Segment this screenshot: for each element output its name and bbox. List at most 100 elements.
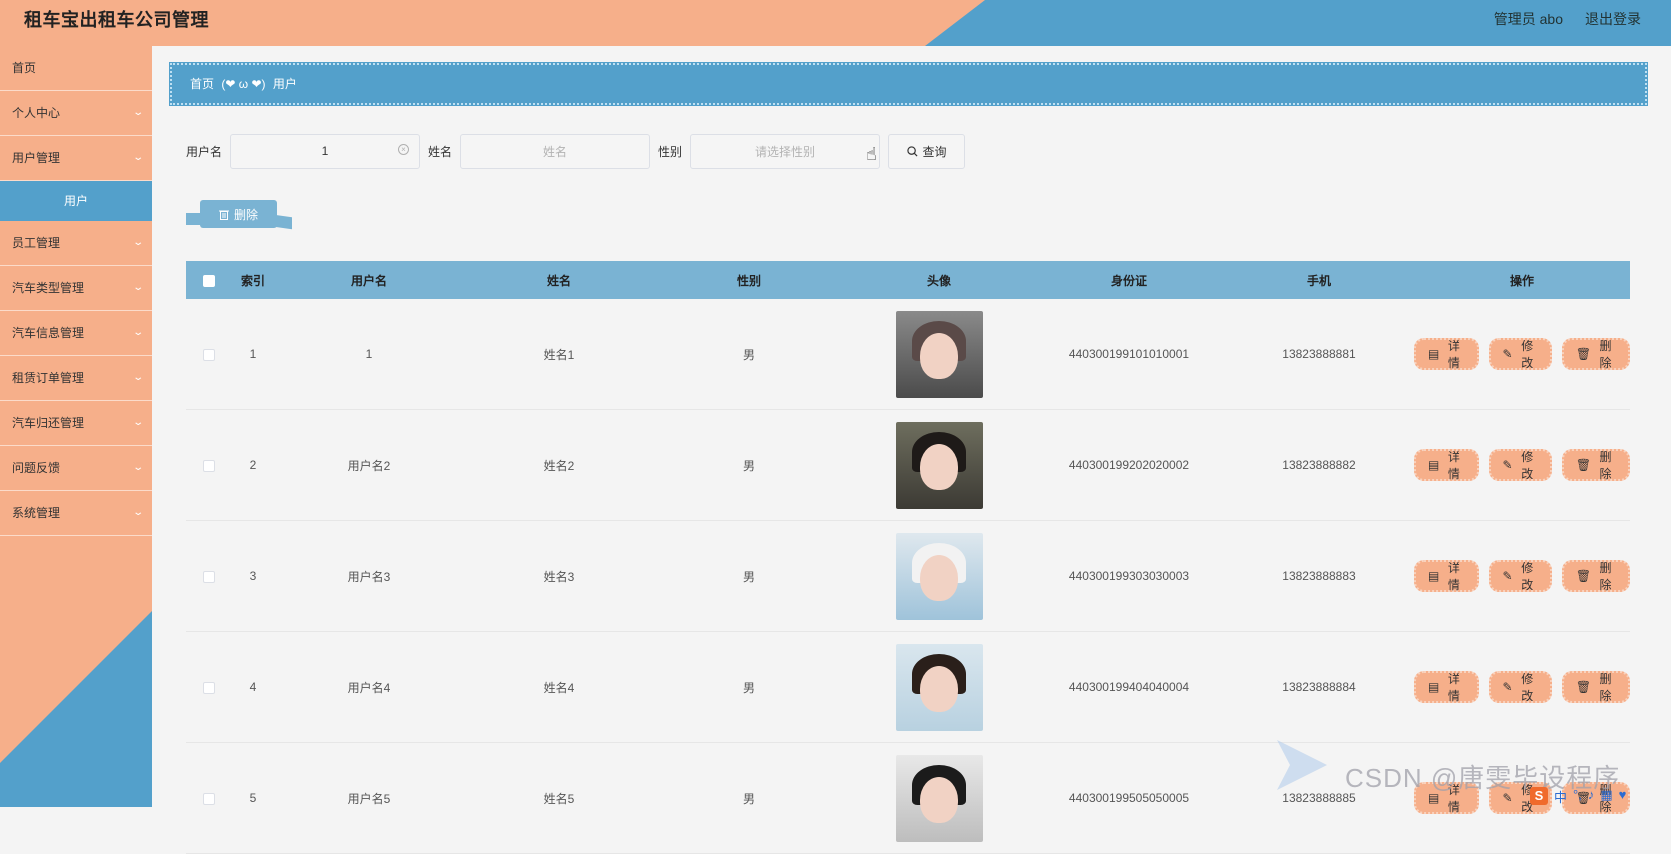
detail-button[interactable]: ▤ 详情 — [1414, 560, 1479, 592]
row-checkbox[interactable] — [203, 681, 215, 694]
sidebar-item-car-type[interactable]: 汽车类型管理 ⌄ — [0, 266, 152, 311]
col-id-card: 身份证 — [1110, 273, 1147, 288]
header-actions: 管理员 abo 退出登录 — [1494, 0, 1641, 38]
cell-gender: 男 — [742, 791, 755, 806]
col-avatar: 头像 — [926, 273, 951, 288]
delete-label: 删除 — [1599, 450, 1612, 481]
sidebar-item-label: 问题反馈 — [12, 461, 61, 475]
document-icon: ▤ — [1428, 458, 1440, 472]
document-icon: ▤ — [1428, 569, 1440, 583]
query-button[interactable]: 查询 — [888, 133, 966, 169]
cell-name: 姓名4 — [543, 680, 575, 695]
sidebar-item-label: 租赁订单管理 — [12, 371, 85, 385]
detail-button[interactable]: ▤ 详情 — [1414, 338, 1479, 370]
trash-icon — [218, 210, 229, 220]
edit-label: 修改 — [1521, 672, 1534, 703]
cell-gender: 男 — [742, 680, 755, 695]
punctuation-icon[interactable]: °, — [1573, 787, 1582, 806]
sidebar-item-staff[interactable]: 员工管理 ⌄ — [0, 221, 152, 266]
logout-link[interactable]: 退出登录 — [1585, 0, 1641, 38]
sidebar-item-feedback[interactable]: 问题反馈 ⌄ — [0, 446, 152, 491]
sidebar-item-label: 汽车归还管理 — [12, 416, 85, 430]
cell-avatar — [844, 643, 1034, 731]
cell-name: 姓名5 — [543, 791, 575, 806]
edit-button[interactable]: ✎ 修改 — [1488, 560, 1552, 592]
table-row: 2 用户名2 姓名2 男 440300199202020002 13823888… — [186, 410, 1631, 521]
chevron-down-icon: ⌄ — [131, 507, 144, 518]
bulk-delete-label: 删除 — [233, 207, 258, 222]
name-input[interactable]: 姓名 — [460, 133, 651, 169]
keyboard-icon[interactable]: ▦ — [1600, 787, 1612, 806]
trash-icon: 🗑 — [1575, 569, 1592, 583]
edit-button[interactable]: ✎ 修改 — [1488, 338, 1552, 370]
edit-button[interactable]: ✎ 修改 — [1488, 671, 1552, 703]
top-header: 租车宝出租车公司管理 管理员 abo 退出登录 — [0, 0, 1671, 46]
ime-lang[interactable]: 中 — [1554, 787, 1567, 806]
search-form: 用户名 1 × 姓名 姓名 性别 请选择性别 查询 — [186, 133, 966, 169]
pencil-icon: ✎ — [1502, 569, 1513, 583]
select-all-checkbox[interactable] — [203, 274, 215, 287]
sidebar-item-rental-orders[interactable]: 租赁订单管理 ⌄ — [0, 356, 152, 401]
breadcrumb-home[interactable]: 首页 — [190, 77, 214, 91]
username-input[interactable]: 1 × — [230, 133, 421, 169]
csdn-logo-icon — [1277, 740, 1327, 790]
row-select-cell — [186, 458, 232, 472]
sidebar-item-label: 汽车信息管理 — [12, 326, 85, 340]
name-placeholder: 姓名 — [543, 144, 568, 159]
microphone-icon[interactable]: ♪ — [1588, 787, 1595, 806]
delete-button[interactable]: 🗑 删除 — [1561, 671, 1631, 703]
detail-label: 详情 — [1447, 450, 1460, 481]
row-checkbox[interactable] — [203, 570, 215, 583]
chevron-down-icon: ⌄ — [131, 107, 144, 118]
gender-label: 性别 — [658, 144, 683, 159]
cell-avatar — [844, 532, 1034, 620]
col-phone: 手机 — [1306, 273, 1331, 288]
document-icon: ▤ — [1428, 680, 1440, 694]
delete-button[interactable]: 🗑 删除 — [1561, 449, 1631, 481]
col-gender: 性别 — [736, 273, 761, 288]
sidebar-item-home[interactable]: 首页 — [0, 46, 152, 91]
edit-button[interactable]: ✎ 修改 — [1488, 449, 1552, 481]
col-actions: 操作 — [1509, 273, 1534, 288]
delete-button[interactable]: 🗑 删除 — [1561, 338, 1631, 370]
cell-id-card: 440300199404040004 — [1068, 680, 1190, 694]
sidebar-item-system[interactable]: 系统管理 ⌄ — [0, 491, 152, 536]
select-all-cell — [186, 273, 232, 287]
delete-button[interactable]: 🗑 删除 — [1561, 560, 1631, 592]
chevron-down-icon: ⌄ — [131, 327, 144, 338]
bulk-delete-ribbon: 删除 — [186, 200, 292, 232]
cell-id-card: 440300199505050005 — [1068, 791, 1190, 805]
sidebar-item-car-return[interactable]: 汽车归还管理 ⌄ — [0, 401, 152, 446]
table-row: 1 1 姓名1 男 440300199101010001 13823888881… — [186, 299, 1631, 410]
trash-icon: 🗑 — [1575, 680, 1592, 694]
row-checkbox[interactable] — [203, 459, 215, 472]
pencil-icon: ✎ — [1502, 347, 1513, 361]
name-label: 姓名 — [428, 144, 453, 159]
cell-id-card: 440300199101010001 — [1068, 347, 1190, 361]
trash-icon: 🗑 — [1575, 458, 1592, 472]
row-checkbox[interactable] — [203, 792, 215, 805]
sidebar-item-label: 系统管理 — [12, 506, 61, 520]
sidebar-item-personal[interactable]: 个人中心 ⌄ — [0, 91, 152, 136]
cell-actions: ▤ 详情 ✎ 修改 🗑 删除 — [1414, 671, 1631, 703]
trash-icon: 🗑 — [1575, 347, 1592, 361]
bulk-delete-button[interactable]: 删除 — [200, 200, 277, 228]
cell-index: 1 — [249, 347, 257, 361]
sidebar-item-users[interactable]: 用户管理 ⌄ — [0, 136, 152, 181]
detail-button[interactable]: ▤ 详情 — [1414, 449, 1479, 481]
cell-index: 2 — [249, 458, 257, 472]
table-row: 4 用户名4 姓名4 男 440300199404040004 13823888… — [186, 632, 1631, 743]
gender-select[interactable]: 请选择性别 — [690, 133, 881, 169]
username-label: 用户名 — [186, 144, 223, 159]
current-user: 管理员 abo — [1493, 11, 1563, 27]
sidebar-subitem-user[interactable]: 用户 — [0, 181, 152, 221]
cell-gender: 男 — [742, 458, 755, 473]
avatar — [895, 421, 983, 509]
chevron-down-icon: ⌄ — [131, 152, 144, 163]
sidebar-item-car-info[interactable]: 汽车信息管理 ⌄ — [0, 311, 152, 356]
row-checkbox[interactable] — [203, 348, 215, 361]
detail-button[interactable]: ▤ 详情 — [1414, 671, 1479, 703]
skin-icon[interactable]: ♥ — [1619, 787, 1627, 806]
delete-label: 删除 — [1599, 561, 1612, 592]
clear-icon[interactable]: × — [398, 143, 410, 155]
